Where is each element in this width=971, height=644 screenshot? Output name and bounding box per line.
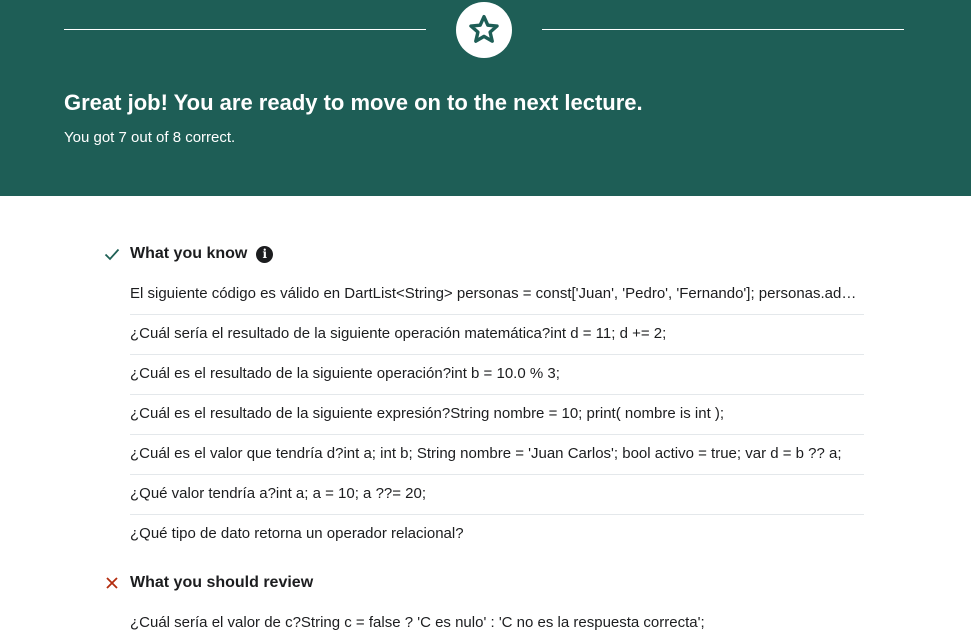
score-text: You got 7 out of 8 correct. — [64, 129, 236, 146]
result-headline: Great job! You are ready to move on to t… — [64, 90, 643, 115]
known-questions-list: El siguiente código es válido en DartLis… — [130, 275, 864, 554]
divider-left — [64, 29, 426, 30]
what-you-should-review-header: What you should review — [104, 574, 313, 592]
divider-right — [542, 29, 904, 30]
info-icon[interactable]: i — [256, 245, 274, 263]
review-questions-list: ¿Cuál sería el valor de c?String c = fal… — [130, 604, 864, 643]
results-banner: Great job! You are ready to move on to t… — [0, 0, 971, 196]
what-you-should-review-title: What you should review — [130, 574, 314, 591]
what-you-know-header: What you know i — [104, 245, 274, 263]
check-icon — [104, 248, 120, 261]
star-icon — [469, 14, 499, 43]
question-item[interactable]: ¿Qué valor tendría a?int a; a = 10; a ??… — [130, 475, 864, 515]
question-item[interactable]: ¿Cuál es el valor que tendría d?int a; i… — [130, 435, 864, 475]
question-item[interactable]: El siguiente código es válido en DartLis… — [130, 275, 864, 315]
question-item[interactable]: ¿Qué tipo de dato retorna un operador re… — [130, 515, 864, 554]
star-badge — [456, 2, 512, 58]
what-you-know-title: What you know — [130, 245, 248, 262]
question-item[interactable]: ¿Cuál sería el resultado de la siguiente… — [130, 315, 864, 355]
x-icon — [106, 577, 118, 589]
question-item[interactable]: ¿Cuál es el resultado de la siguiente ex… — [130, 395, 864, 435]
question-item[interactable]: ¿Cuál sería el valor de c?String c = fal… — [130, 604, 864, 643]
question-item[interactable]: ¿Cuál es el resultado de la siguiente op… — [130, 355, 864, 395]
